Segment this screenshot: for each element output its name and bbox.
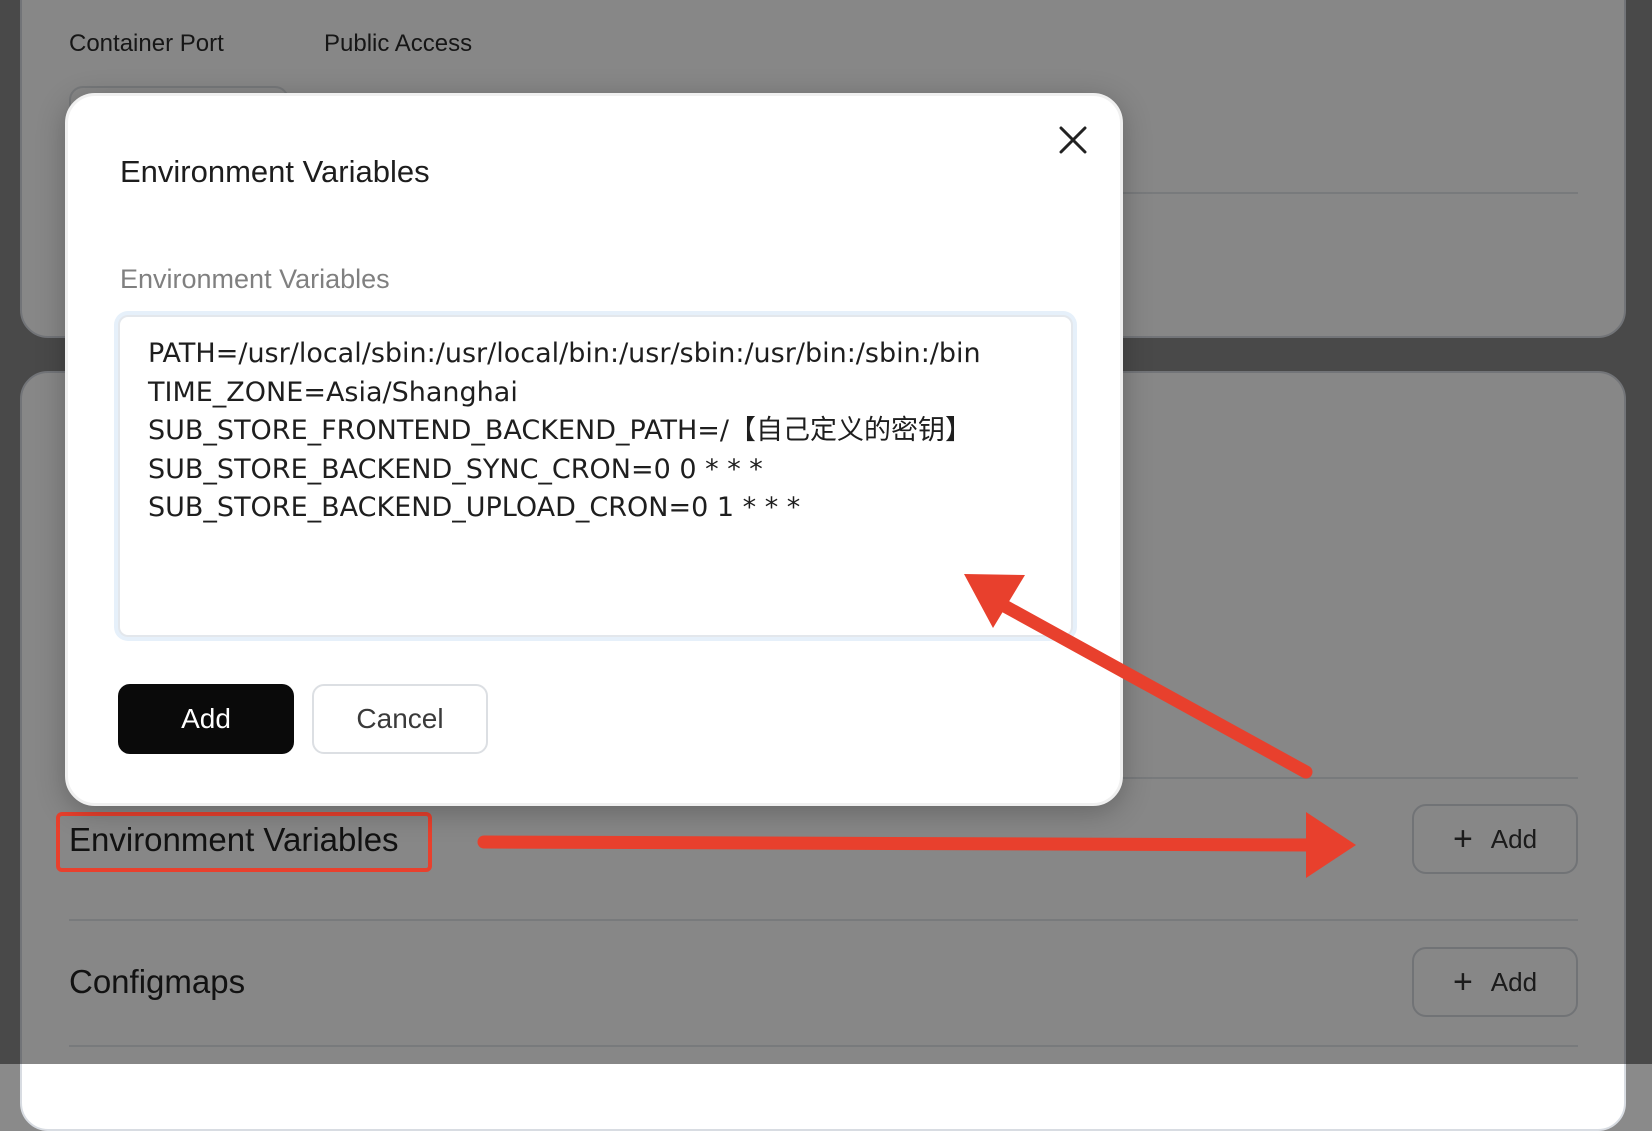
env-add-label: Add [1490, 823, 1538, 854]
divider [69, 919, 1578, 921]
close-button[interactable] [1051, 118, 1095, 162]
env-variables-text: PATH=/usr/local/sbin:/usr/local/bin:/usr… [148, 338, 981, 523]
add-button[interactable]: Add [118, 684, 294, 754]
env-add-button[interactable]: + Add [1412, 804, 1578, 874]
close-icon [1059, 126, 1087, 154]
configmaps-section-title: Configmaps [69, 963, 246, 1000]
divider [69, 1045, 1578, 1047]
modal-title: Environment Variables [120, 154, 430, 189]
env-variables-modal: Environment Variables Environment Variab… [65, 93, 1123, 806]
cancel-button[interactable]: Cancel [312, 684, 488, 754]
container-port-header: Container Port [69, 30, 224, 57]
plus-icon: + [1452, 963, 1473, 1001]
annotation-highlight-box [56, 812, 432, 872]
env-variables-textarea[interactable]: PATH=/usr/local/sbin:/usr/local/bin:/usr… [118, 315, 1073, 637]
env-field-label: Environment Variables [120, 264, 390, 294]
public-access-header: Public Access [324, 30, 473, 57]
configmaps-add-button[interactable]: + Add [1412, 947, 1578, 1017]
plus-icon: + [1452, 820, 1473, 858]
configmaps-add-label: Add [1490, 966, 1538, 997]
